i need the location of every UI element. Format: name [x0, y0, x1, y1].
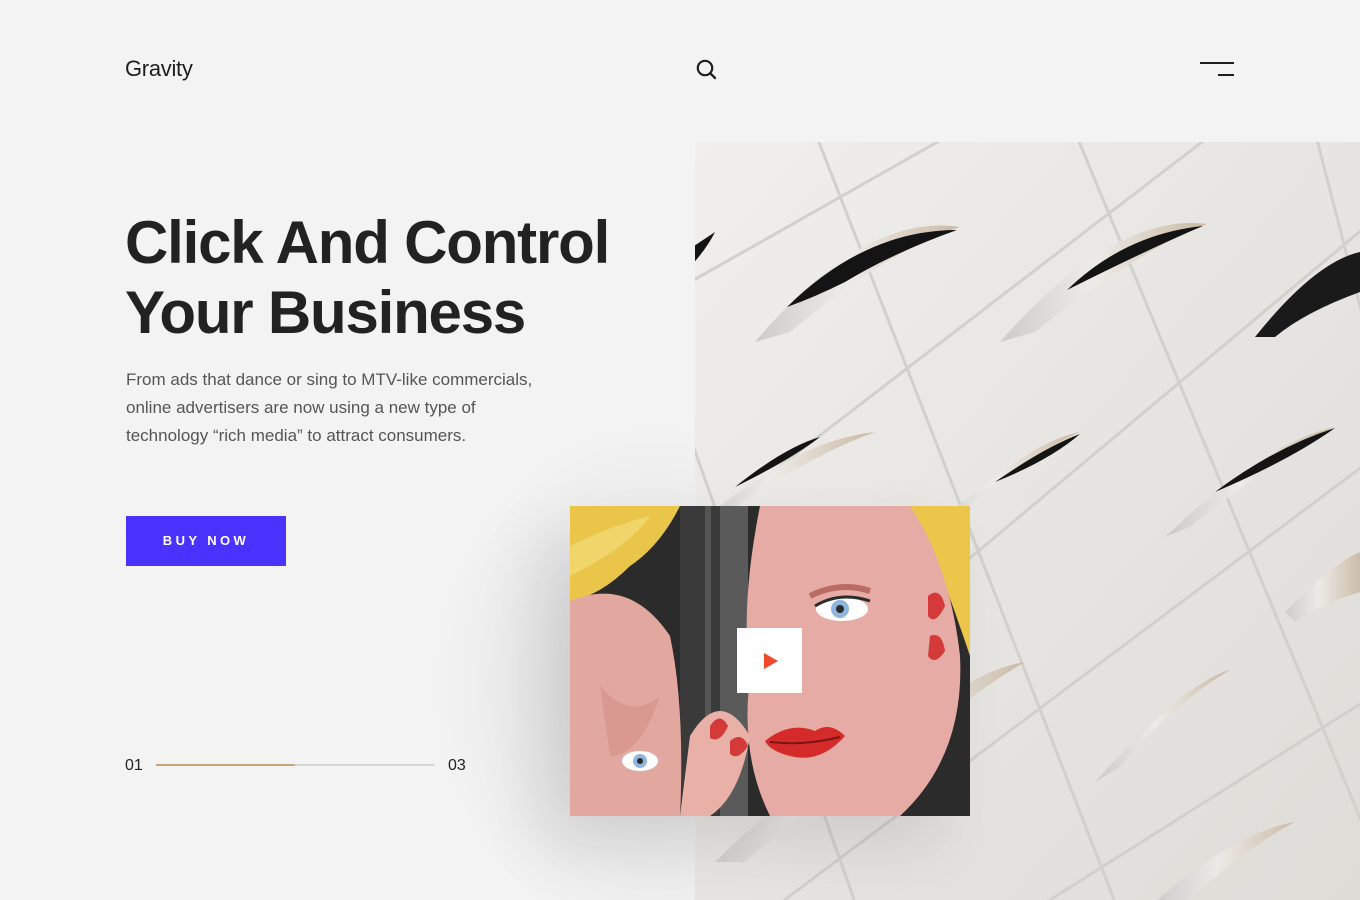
hero-title-line-1: Click And Control [125, 209, 610, 276]
slide-total-number: 03 [448, 757, 466, 774]
hero-description-line-2: online advertisers are now using a new t… [126, 398, 476, 417]
video-card[interactable] [570, 506, 970, 816]
menu-button[interactable] [1198, 60, 1236, 80]
slide-progress-fill [156, 764, 295, 766]
logo[interactable]: Gravity [125, 56, 193, 82]
hero-description-line-3: technology “rich media” to attract consu… [126, 426, 467, 445]
menu-icon-bar-bottom [1218, 74, 1234, 76]
play-button[interactable] [737, 628, 802, 693]
hero-title-line-2: Your Business [125, 279, 526, 346]
menu-icon-bar-top [1200, 62, 1234, 64]
search-button[interactable] [694, 57, 718, 81]
slide-current-number: 01 [125, 757, 143, 774]
hero-description: From ads that dance or sing to MTV-like … [126, 366, 586, 450]
hero-description-line-1: From ads that dance or sing to MTV-like … [126, 370, 533, 389]
slide-progress-track[interactable] [156, 764, 434, 766]
play-icon [764, 653, 778, 669]
search-icon [696, 59, 717, 80]
hero-title: Click And Control Your Business [125, 208, 645, 348]
buy-now-button[interactable]: BUY NOW [126, 516, 286, 566]
